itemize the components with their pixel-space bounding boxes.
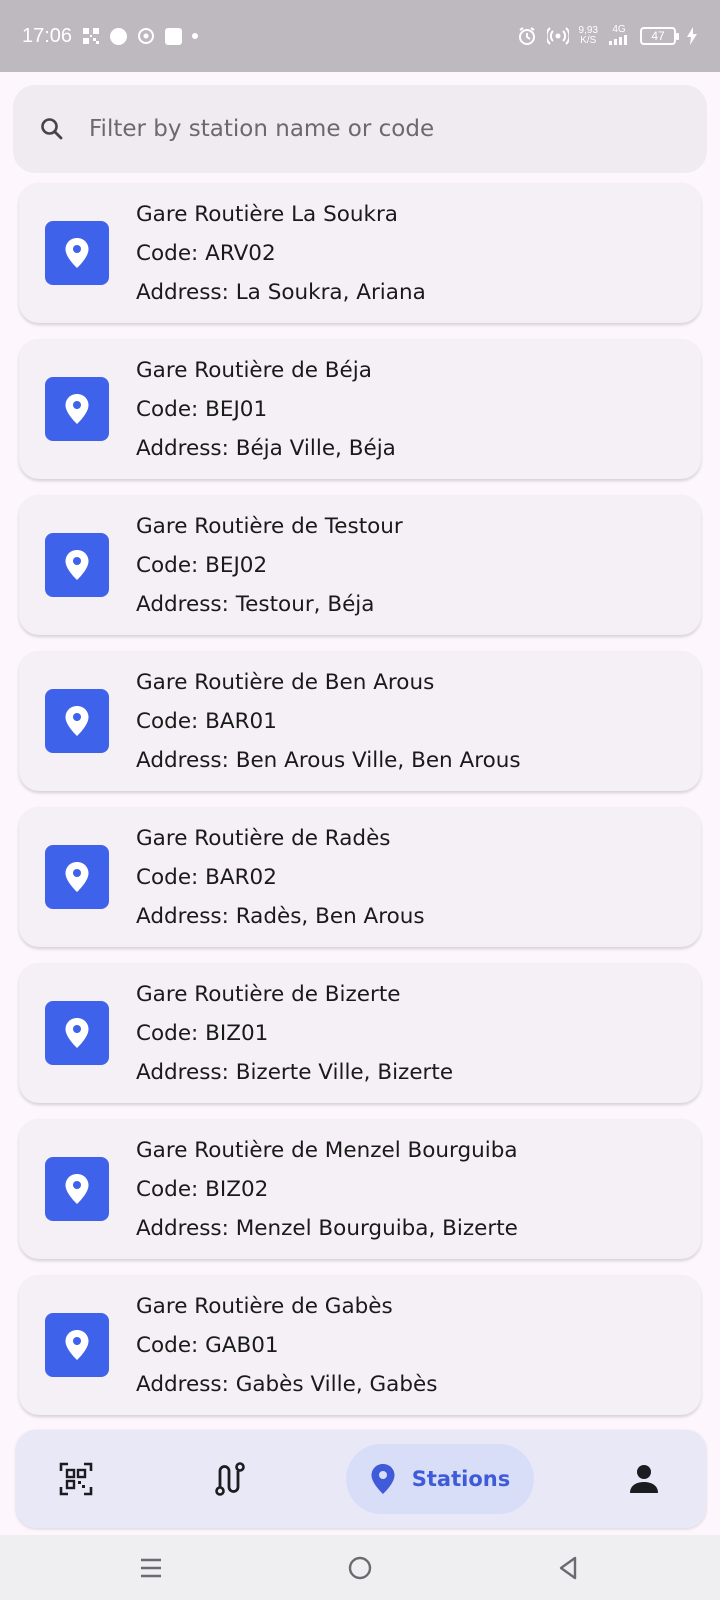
image-notification-icon	[165, 27, 183, 45]
station-address: Address: La Soukra, Ariana	[136, 279, 426, 305]
station-card[interactable]: Gare Routière de Bizerte Code: BIZ01 Add…	[19, 963, 701, 1103]
back-button[interactable]	[538, 1535, 598, 1600]
back-triangle-icon	[559, 1556, 577, 1579]
qr-notification-icon	[83, 28, 100, 44]
nav-profile-button[interactable]	[624, 1430, 664, 1528]
battery-level: 47	[651, 29, 665, 43]
settings-notification-icon	[138, 28, 155, 44]
station-name: Gare Routière de Ben Arous	[136, 669, 435, 695]
nav-routes-button[interactable]	[210, 1430, 250, 1528]
location-pin-icon	[65, 550, 89, 580]
station-address: Address: Menzel Bourguiba, Bizerte	[136, 1215, 518, 1241]
system-navigation-bar	[0, 1535, 720, 1600]
station-info: Gare Routière de Testour Code: BEJ02 Add…	[136, 512, 403, 619]
status-bar: 17:06 9,93 K/S 4G 47	[0, 0, 720, 72]
station-icon-box	[45, 689, 109, 753]
station-icon-box	[45, 533, 109, 597]
nav-stations-button[interactable]: Stations	[346, 1444, 534, 1514]
location-pin-icon	[65, 1330, 89, 1360]
app-notification-icon	[110, 27, 128, 45]
network-type: 4G	[612, 23, 626, 35]
battery-icon: 47	[640, 27, 679, 45]
status-left: 17:06	[22, 24, 199, 48]
station-card[interactable]: Gare Routière de Menzel Bourguiba Code: …	[19, 1119, 701, 1259]
search-bar[interactable]	[13, 85, 707, 173]
station-code: Code: GAB01	[136, 1332, 279, 1358]
route-icon	[215, 1462, 245, 1496]
station-info: Gare Routière de Béja Code: BEJ01 Addres…	[136, 356, 396, 463]
signal-indicator: 4G	[608, 23, 630, 48]
station-info: Gare Routière de Ben Arous Code: BAR01 A…	[136, 668, 521, 775]
home-circle-icon	[348, 1556, 372, 1579]
location-pin-icon	[65, 1018, 89, 1048]
station-info: Gare Routière de Gabès Code: GAB01 Addre…	[136, 1292, 437, 1399]
station-info: Gare Routière La Soukra Code: ARV02 Addr…	[136, 200, 426, 307]
station-code: Code: BAR02	[136, 864, 277, 890]
location-pin-icon	[65, 394, 89, 424]
station-icon-box	[45, 1157, 109, 1221]
station-code: Code: BEJ02	[136, 552, 268, 578]
station-address: Address: Testour, Béja	[136, 591, 375, 617]
alarm-icon	[518, 27, 535, 45]
station-name: Gare Routière La Soukra	[136, 201, 398, 227]
station-code: Code: BEJ01	[136, 396, 268, 422]
location-pin-icon	[65, 862, 89, 892]
station-address: Address: Ben Arous Ville, Ben Arous	[136, 747, 521, 773]
status-time: 17:06	[22, 24, 73, 47]
charging-icon	[687, 27, 697, 45]
station-code: Code: BAR01	[136, 708, 277, 734]
station-name: Gare Routière de Radès	[136, 825, 391, 851]
station-code: Code: BIZ01	[136, 1020, 269, 1046]
net-speed: 9,93 K/S	[579, 26, 598, 46]
recents-button[interactable]	[121, 1535, 181, 1600]
station-address: Address: Béja Ville, Béja	[136, 435, 396, 461]
location-pin-icon	[65, 706, 89, 736]
station-name: Gare Routière de Testour	[136, 513, 403, 539]
signal-icon	[609, 34, 627, 45]
station-card[interactable]: Gare Routière La Soukra Code: ARV02 Addr…	[19, 183, 701, 323]
station-info: Gare Routière de Menzel Bourguiba Code: …	[136, 1136, 518, 1243]
station-card[interactable]: Gare Routière de Radès Code: BAR02 Addre…	[19, 807, 701, 947]
station-card[interactable]: Gare Routière de Béja Code: BEJ01 Addres…	[19, 339, 701, 479]
status-right: 9,93 K/S 4G 47	[517, 23, 698, 48]
nav-stations-label: Stations	[411, 1467, 511, 1491]
home-button[interactable]	[330, 1535, 390, 1600]
station-name: Gare Routière de Menzel Bourguiba	[136, 1137, 518, 1163]
station-address: Address: Bizerte Ville, Bizerte	[136, 1059, 454, 1085]
station-info: Gare Routière de Radès Code: BAR02 Addre…	[136, 824, 425, 931]
station-address: Address: Gabès Ville, Gabès	[136, 1371, 438, 1397]
station-address: Address: Radès, Ben Arous	[136, 903, 425, 929]
search-input[interactable]	[89, 116, 649, 142]
net-speed-unit: K/S	[580, 35, 597, 46]
station-icon-box	[45, 1001, 109, 1065]
search-icon	[41, 118, 63, 140]
station-icon-box	[45, 377, 109, 441]
station-icon-box	[45, 221, 109, 285]
station-name: Gare Routière de Béja	[136, 357, 372, 383]
station-code: Code: ARV02	[136, 240, 276, 266]
location-pin-icon	[65, 238, 89, 268]
station-card[interactable]: Gare Routière de Ben Arous Code: BAR01 A…	[19, 651, 701, 791]
station-card[interactable]: Gare Routière de Gabès Code: GAB01 Addre…	[19, 1275, 701, 1415]
station-icon-box	[45, 1313, 109, 1377]
station-code: Code: BIZ02	[136, 1176, 269, 1202]
location-pin-icon	[65, 1174, 89, 1204]
menu-icon	[141, 1558, 161, 1577]
station-list[interactable]: Gare Routière La Soukra Code: ARV02 Addr…	[19, 183, 701, 1431]
hotspot-icon	[546, 27, 569, 45]
station-icon-box	[45, 845, 109, 909]
person-icon	[630, 1465, 658, 1493]
bottom-navigation: Stations	[16, 1430, 706, 1528]
station-name: Gare Routière de Gabès	[136, 1293, 393, 1319]
location-pin-icon	[371, 1464, 395, 1494]
qr-scan-icon	[59, 1462, 93, 1496]
more-notifications-icon	[192, 33, 199, 39]
nav-scan-button[interactable]	[56, 1430, 96, 1528]
station-info: Gare Routière de Bizerte Code: BIZ01 Add…	[136, 980, 453, 1087]
station-card[interactable]: Gare Routière de Testour Code: BEJ02 Add…	[19, 495, 701, 635]
station-name: Gare Routière de Bizerte	[136, 981, 401, 1007]
